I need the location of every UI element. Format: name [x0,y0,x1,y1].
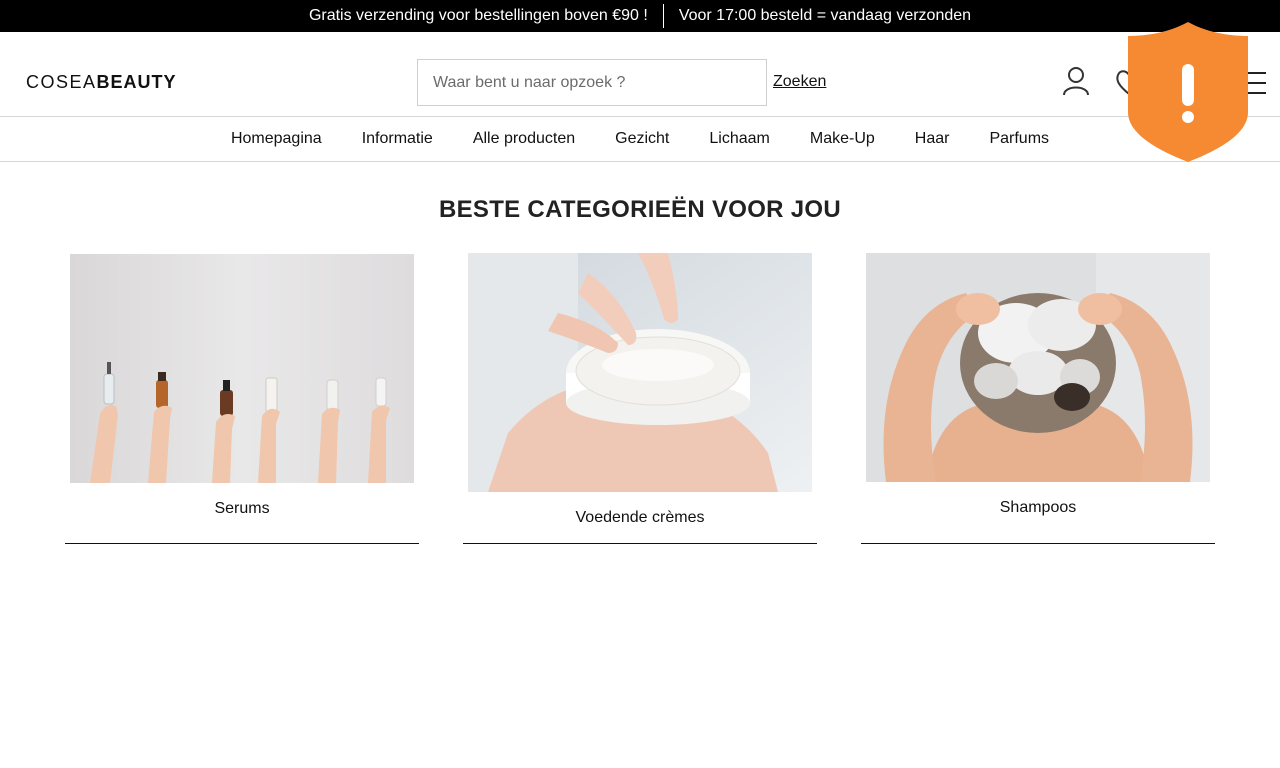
user-icon[interactable] [1062,66,1090,96]
category-image-shampoos[interactable] [866,253,1210,482]
nav-item-parfums[interactable]: Parfums [989,130,1049,148]
category-label-shampoos[interactable]: Shampoos [861,499,1215,517]
nav-item-lichaam[interactable]: Lichaam [709,130,769,148]
nav-item-make-up[interactable]: Make-Up [810,130,875,148]
nav-item-homepagina[interactable]: Homepagina [231,130,322,148]
free-shipping-message: Gratis verzending voor bestellingen bove… [308,7,648,24]
category-card-voedende-cremes[interactable]: Voedende crèmes [463,253,817,544]
category-card-shampoos[interactable]: Shampoos [861,253,1215,544]
security-warning-shield-icon[interactable] [1126,20,1250,164]
category-image-serums[interactable] [70,254,414,483]
logo-text-beauty: BEAUTY [96,72,177,92]
nav-item-informatie[interactable]: Informatie [362,130,433,148]
category-label-voedende-cremes[interactable]: Voedende crèmes [463,509,817,527]
search-input[interactable] [417,59,767,106]
nav-item-gezicht[interactable]: Gezicht [615,130,669,148]
main-navigation: Homepagina Informatie Alle producten Gez… [0,117,1280,162]
nav-item-haar[interactable]: Haar [915,130,950,148]
search-button[interactable]: Zoeken [773,72,826,92]
same-day-shipping-message: Voor 17:00 besteld = vandaag verzonden [678,7,972,24]
announcement-bar: Gratis verzending voor bestellingen bove… [0,0,1280,32]
category-card-serums[interactable]: Serums [65,253,419,544]
site-logo[interactable]: COSEABEAUTY [26,73,177,91]
logo-text-cosea: COSEA [26,72,97,92]
site-header: COSEABEAUTY Zoeken [0,32,1280,117]
nav-item-alle-producten[interactable]: Alle producten [473,130,575,148]
section-title: BESTE CATEGORIEËN VOOR JOU [438,196,842,223]
category-image-voedende-cremes[interactable] [468,253,812,492]
category-label-serums[interactable]: Serums [65,500,419,518]
